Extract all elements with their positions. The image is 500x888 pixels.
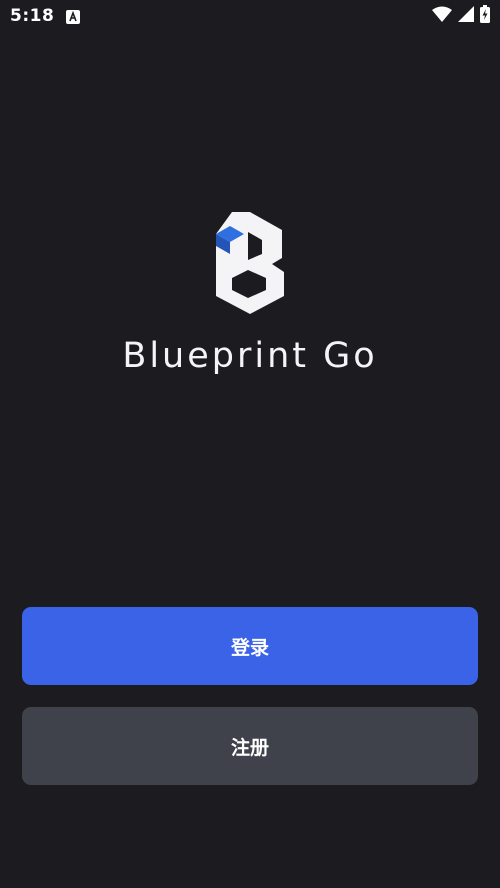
app-logo-icon xyxy=(210,210,290,316)
battery-charging-icon xyxy=(480,5,490,27)
cellular-signal-icon xyxy=(458,6,474,26)
notification-a-icon xyxy=(66,9,80,28)
wifi-icon xyxy=(432,6,452,26)
login-screen: 5:18 Blueprint Go 登录 注册 xyxy=(0,0,500,888)
status-time: 5:18 xyxy=(10,6,55,26)
status-bar: 5:18 xyxy=(0,0,500,34)
app-name: Blueprint Go xyxy=(122,336,378,376)
register-button-label: 注册 xyxy=(230,736,269,759)
login-button-label: 登录 xyxy=(230,636,269,659)
login-button[interactable]: 登录 xyxy=(22,607,478,685)
register-button[interactable]: 注册 xyxy=(22,707,478,785)
status-icons xyxy=(432,5,490,27)
